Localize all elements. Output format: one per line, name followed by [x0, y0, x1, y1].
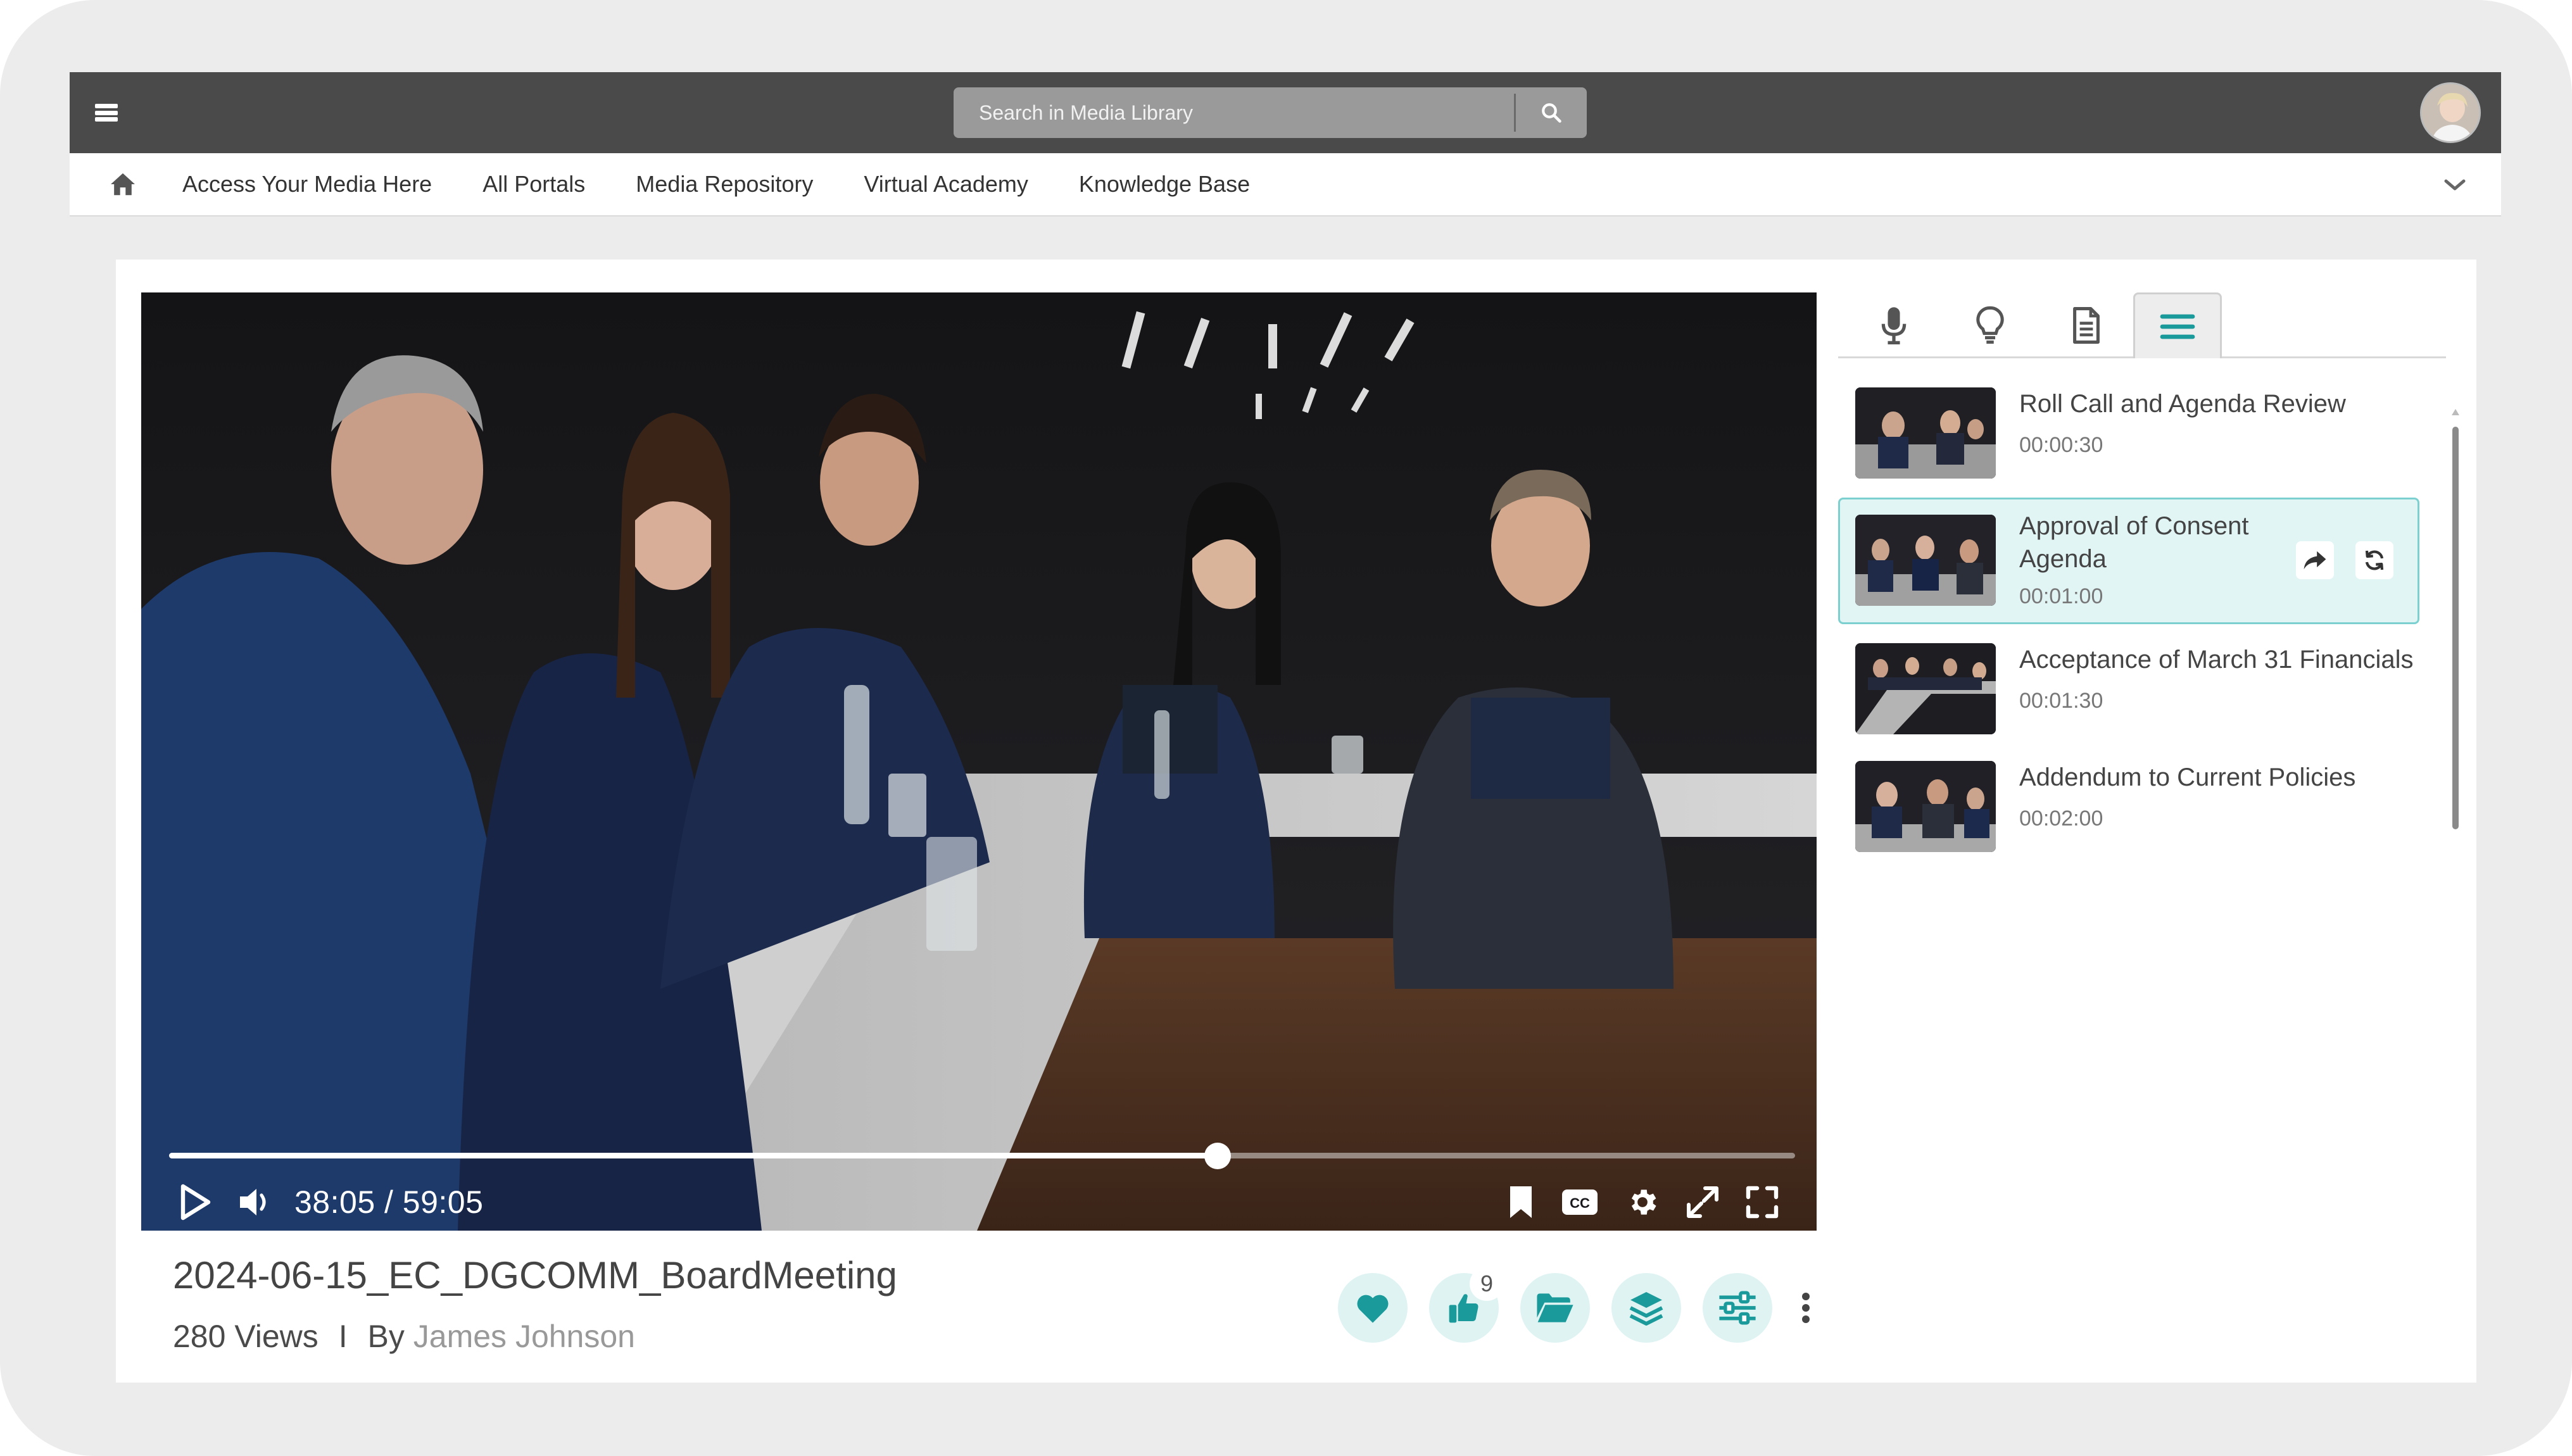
nav-item-all-portals[interactable]: All Portals: [482, 171, 585, 198]
folder-open-icon: [1537, 1293, 1573, 1322]
bookmark-icon: [1510, 1186, 1532, 1218]
chapter-thumbnail: [1855, 515, 1996, 606]
scroll-thumb[interactable]: [2452, 427, 2459, 829]
search-button[interactable]: [1516, 87, 1587, 138]
chapter-time: 00:01:30: [2019, 689, 2103, 713]
like-button[interactable]: 9: [1429, 1267, 1504, 1343]
search-input[interactable]: [954, 87, 1514, 138]
nav-item-knowledge-base[interactable]: Knowledge Base: [1079, 171, 1250, 198]
volume-button[interactable]: [237, 1186, 272, 1218]
seek-bar-played: [169, 1153, 1218, 1158]
refresh-icon: [2365, 550, 2384, 570]
expand-button[interactable]: [1686, 1186, 1719, 1219]
user-avatar[interactable]: [2420, 82, 2481, 143]
nav-item-access-media[interactable]: Access Your Media Here: [182, 171, 432, 198]
meta-separator: I: [338, 1319, 348, 1354]
scroll-up-arrow-icon[interactable]: [2452, 409, 2459, 415]
chapter-scrollbar[interactable]: [2452, 405, 2459, 829]
share-chapter-button[interactable]: [2296, 541, 2334, 579]
view-count: 280 Views: [173, 1319, 318, 1354]
svg-text:CC: CC: [1570, 1195, 1590, 1211]
media-actions: 9: [1338, 1267, 1815, 1343]
chapter-title: Roll Call and Agenda Review: [2019, 390, 2346, 418]
tab-chapters[interactable]: [2133, 292, 2222, 358]
tab-insights[interactable]: [1946, 292, 2034, 358]
chapter-title: Addendum to Current Policies: [2019, 763, 2356, 791]
volume-icon: [240, 1189, 266, 1215]
sync-chapter-button[interactable]: [2355, 541, 2393, 579]
share-arrow-icon: [2304, 551, 2326, 570]
settings-button[interactable]: [1625, 1185, 1660, 1219]
chapter-time: 00:00:30: [2019, 433, 2103, 457]
chapter-title: Acceptance of March 31 Financials: [2019, 646, 2414, 674]
chapter-thumbnail: [1855, 387, 1996, 479]
controls-left: 38:05 / 59:05: [179, 1180, 483, 1224]
favorite-button[interactable]: [1338, 1273, 1408, 1343]
video-frame: [141, 292, 1817, 1231]
fullscreen-icon: [1746, 1186, 1779, 1219]
tab-documents[interactable]: [2042, 292, 2131, 358]
add-to-playlist-button[interactable]: [1611, 1273, 1681, 1343]
chevron-down-icon[interactable]: [2441, 175, 2469, 195]
bookmark-button[interactable]: [1508, 1185, 1534, 1219]
play-icon: [180, 1184, 211, 1221]
seek-bar[interactable]: [169, 1143, 1795, 1169]
tab-transcript[interactable]: [1850, 292, 1938, 358]
heart-icon: [1357, 1295, 1389, 1323]
search-icon: [1542, 103, 1561, 123]
chapter-list: Roll Call and Agenda Review 00:00:30 App…: [1838, 380, 2446, 1139]
chapter-item[interactable]: Acceptance of March 31 Financials 00:01:…: [1838, 636, 2419, 743]
more-options-button[interactable]: [1796, 1289, 1815, 1327]
closed-captions-icon: CC: [1562, 1189, 1598, 1215]
chapter-title: Approval of Consent Agenda: [2019, 512, 2249, 573]
play-button[interactable]: [179, 1184, 212, 1221]
microphone-icon: [1881, 307, 1907, 345]
captions-button[interactable]: CC: [1561, 1188, 1599, 1216]
sliders-icon: [1719, 1291, 1756, 1325]
chapter-item-active[interactable]: Approval of Consent Agenda 00:01:00: [1838, 498, 2419, 624]
nav-bar: Access Your Media Here All Portals Media…: [70, 153, 2501, 217]
by-label: By: [367, 1319, 405, 1354]
adjust-settings-button[interactable]: [1703, 1273, 1772, 1343]
lightbulb-icon: [1976, 306, 2004, 344]
home-icon[interactable]: [109, 170, 137, 198]
document-icon: [2073, 307, 2100, 344]
expand-arrows-icon: [1687, 1186, 1718, 1218]
like-count: 9: [1470, 1267, 1504, 1301]
layers-icon: [1629, 1292, 1663, 1326]
video-player[interactable]: 38:05 / 59:05 CC: [141, 292, 1817, 1231]
controls-right: CC: [1508, 1180, 1779, 1224]
chapter-item[interactable]: Roll Call and Agenda Review 00:00:30: [1838, 380, 2419, 487]
add-to-folder-button[interactable]: [1520, 1273, 1590, 1343]
media-meta: 280 Views I By James Johnson: [173, 1318, 635, 1355]
nav-item-media-repository[interactable]: Media Repository: [636, 171, 813, 198]
menu-icon[interactable]: [95, 100, 118, 125]
author-link[interactable]: James Johnson: [413, 1319, 635, 1354]
top-bar: [70, 72, 2501, 153]
nav-item-virtual-academy[interactable]: Virtual Academy: [864, 171, 1028, 198]
chapter-time: 00:01:00: [2019, 584, 2103, 608]
list-icon: [2160, 314, 2195, 339]
gear-icon: [1631, 1189, 1656, 1215]
chapter-thumbnail: [1855, 761, 1996, 852]
app-window: Access Your Media Here All Portals Media…: [70, 72, 2501, 1383]
time-display: 38:05 / 59:05: [294, 1184, 484, 1220]
chapter-item[interactable]: Addendum to Current Policies 00:02:00: [1838, 753, 2419, 861]
search-box: [954, 87, 1587, 138]
main-panel: 38:05 / 59:05 CC 2024-06-15_EC_DGCOMM_Bo…: [116, 260, 2476, 1383]
device-frame: Access Your Media Here All Portals Media…: [0, 0, 2572, 1456]
fullscreen-button[interactable]: [1746, 1186, 1779, 1219]
side-panel-tabs: [1838, 292, 2446, 358]
chapter-time: 00:02:00: [2019, 806, 2103, 831]
chapter-thumbnail: [1855, 643, 1996, 734]
media-title: 2024-06-15_EC_DGCOMM_BoardMeeting: [173, 1254, 897, 1296]
